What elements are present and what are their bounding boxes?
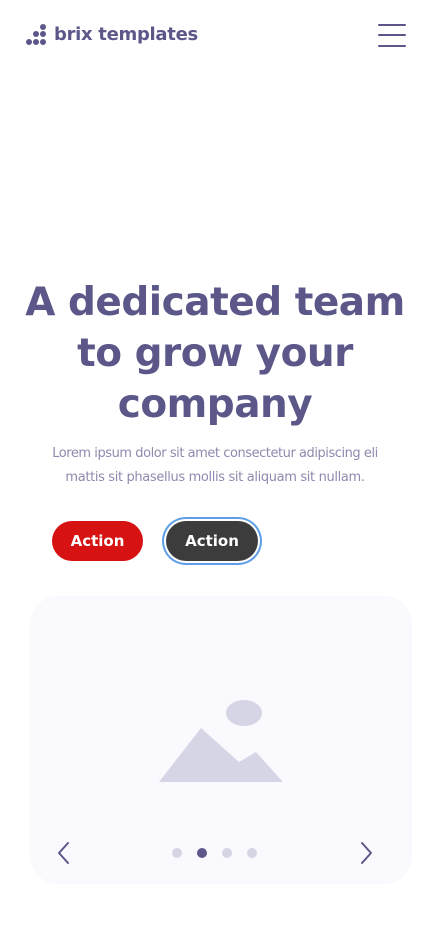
carousel-dot-active[interactable]: [197, 848, 207, 858]
carousel-dot[interactable]: [247, 848, 257, 858]
carousel-dot[interactable]: [222, 848, 232, 858]
hero-description: Lorem ipsum dolor sit amet consectetur a…: [30, 442, 400, 490]
carousel-dots: [172, 848, 257, 858]
header: brix templates: [0, 0, 430, 72]
menu-line: [378, 24, 406, 26]
image-placeholder-icon: [159, 700, 283, 782]
secondary-action-button[interactable]: Action: [166, 521, 258, 561]
menu-line: [378, 45, 406, 47]
hamburger-menu-icon[interactable]: [378, 22, 406, 48]
hero-title: A dedicated team to grow your company: [25, 280, 405, 427]
page: brix templates A dedicated team to grow …: [0, 0, 430, 932]
image-carousel: [30, 596, 412, 884]
hero-description-line-1: Lorem ipsum dolor sit amet consectetur a…: [52, 446, 378, 461]
logo[interactable]: brix templates: [24, 23, 198, 47]
carousel-dot[interactable]: [172, 848, 182, 858]
menu-line: [378, 34, 406, 36]
chevron-right-icon[interactable]: [357, 841, 375, 865]
chevron-left-icon[interactable]: [55, 841, 73, 865]
hero-description-line-2: mattis sit phasellus mollis sit aliquam …: [65, 470, 365, 485]
primary-action-button[interactable]: Action: [52, 521, 143, 561]
logo-text: brix templates: [54, 24, 198, 45]
logo-dots-icon: [26, 24, 46, 45]
